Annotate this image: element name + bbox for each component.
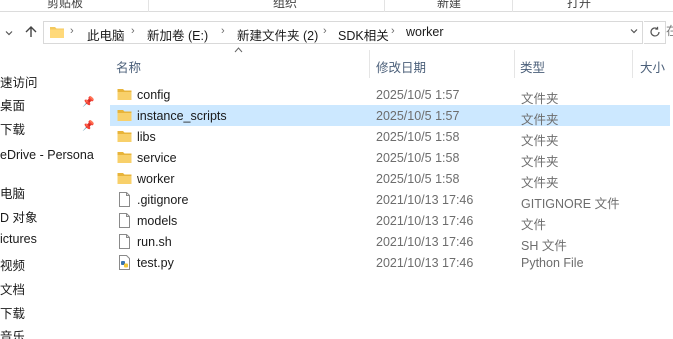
file-row[interactable]: run.sh 2021/10/13 17:46 SH 文件 bbox=[110, 231, 670, 253]
breadcrumb-new-folder[interactable]: 新建文件夹 (2) bbox=[237, 25, 318, 44]
breadcrumb-drive[interactable]: 新加卷 (E:) bbox=[147, 25, 208, 44]
file-icon bbox=[119, 234, 130, 249]
ribbon-divider bbox=[384, 0, 385, 12]
ribbon-divider bbox=[148, 0, 149, 12]
nav-item-desktop[interactable]: 桌面 bbox=[0, 95, 25, 114]
column-header-date[interactable]: 修改日期 bbox=[376, 57, 426, 76]
sort-ascending-icon bbox=[234, 45, 243, 55]
file-icon bbox=[119, 213, 130, 228]
ribbon-divider bbox=[512, 0, 513, 12]
folder-icon bbox=[117, 89, 132, 100]
breadcrumb-sdk[interactable]: SDK相关 bbox=[338, 25, 389, 44]
column-header-name[interactable]: 名称 bbox=[116, 57, 141, 76]
file-name[interactable]: .gitignore bbox=[137, 193, 188, 207]
file-modified-date: 2021/10/13 17:46 bbox=[376, 193, 474, 207]
file-row[interactable]: service 2025/10/5 1:58 文件夹 bbox=[110, 147, 670, 169]
address-history-dropdown[interactable] bbox=[627, 24, 641, 41]
search-box[interactable]: 在 bbox=[666, 22, 673, 39]
file-type: Python File bbox=[521, 256, 584, 270]
python-file-icon bbox=[119, 255, 130, 270]
folder-icon bbox=[117, 173, 132, 184]
column-divider[interactable] bbox=[369, 50, 370, 78]
breadcrumb-separator: › bbox=[70, 25, 74, 37]
recent-locations-button[interactable] bbox=[0, 22, 18, 42]
arrow-up-icon bbox=[25, 26, 37, 37]
file-icon bbox=[119, 192, 130, 207]
nav-item-downloads[interactable]: 下载 bbox=[0, 119, 25, 138]
breadcrumb-separator[interactable]: › bbox=[391, 25, 395, 37]
nav-item-documents[interactable]: 文档 bbox=[0, 279, 25, 298]
file-name[interactable]: service bbox=[137, 151, 177, 165]
file-name[interactable]: worker bbox=[137, 172, 175, 186]
folder-icon bbox=[50, 27, 64, 38]
file-row[interactable]: config 2025/10/5 1:57 文件夹 bbox=[110, 84, 670, 106]
nav-item-videos[interactable]: 视频 bbox=[0, 255, 25, 274]
breadcrumb-worker[interactable]: worker bbox=[406, 25, 444, 39]
file-name[interactable]: libs bbox=[137, 130, 156, 144]
file-modified-date: 2021/10/13 17:46 bbox=[376, 214, 474, 228]
file-modified-date: 2025/10/5 1:58 bbox=[376, 172, 460, 186]
breadcrumb-separator[interactable]: › bbox=[221, 25, 225, 37]
file-row[interactable]: models 2021/10/13 17:46 文件 bbox=[110, 210, 670, 232]
folder-icon bbox=[117, 131, 132, 142]
file-modified-date: 2021/10/13 17:46 bbox=[376, 256, 474, 270]
refresh-button[interactable] bbox=[644, 21, 666, 44]
breadcrumb-this-pc[interactable]: 此电脑 bbox=[87, 25, 125, 44]
nav-item-3d-objects[interactable]: D 对象 bbox=[0, 207, 38, 226]
column-header-type[interactable]: 类型 bbox=[520, 57, 545, 76]
ribbon-group-organize: 组织 bbox=[273, 0, 298, 10]
file-row[interactable]: instance_scripts 2025/10/5 1:57 文件夹 bbox=[110, 105, 670, 127]
file-modified-date: 2025/10/5 1:57 bbox=[376, 88, 460, 102]
ribbon-group-labels: 剪贴板 组织 新建 打开 bbox=[0, 0, 673, 12]
file-modified-date: 2025/10/5 1:58 bbox=[376, 130, 460, 144]
breadcrumb-separator[interactable]: › bbox=[131, 25, 135, 37]
file-modified-date: 2025/10/5 1:57 bbox=[376, 109, 460, 123]
pin-icon: 📌 bbox=[82, 121, 95, 132]
nav-item-music[interactable]: 音乐 bbox=[0, 326, 25, 339]
folder-icon bbox=[117, 110, 132, 121]
address-bar[interactable]: › 此电脑 › 新加卷 (E:) › 新建文件夹 (2) › SDK相关 › w… bbox=[43, 21, 643, 44]
breadcrumb-separator[interactable]: › bbox=[323, 25, 327, 37]
ribbon-group-new: 新建 bbox=[437, 0, 462, 10]
nav-item-downloads-pc[interactable]: 下载 bbox=[0, 303, 25, 322]
column-divider[interactable] bbox=[632, 50, 633, 78]
file-modified-date: 2021/10/13 17:46 bbox=[376, 235, 474, 249]
navigation-pane: 速访问 桌面 📌 下载 📌 eDrive - Persona 电脑 D 对象 i… bbox=[0, 60, 105, 339]
file-name[interactable]: config bbox=[137, 88, 170, 102]
nav-item-quick-access[interactable]: 速访问 bbox=[0, 72, 38, 91]
file-row[interactable]: test.py 2021/10/13 17:46 Python File bbox=[110, 252, 670, 273]
nav-item-this-pc[interactable]: 电脑 bbox=[0, 183, 25, 202]
file-row[interactable]: .gitignore 2021/10/13 17:46 GITIGNORE 文件 bbox=[110, 189, 670, 211]
column-divider[interactable] bbox=[514, 50, 515, 78]
chevron-down-icon bbox=[630, 29, 638, 34]
nav-item-onedrive[interactable]: eDrive - Persona bbox=[0, 148, 94, 162]
refresh-icon bbox=[649, 26, 660, 37]
file-modified-date: 2025/10/5 1:58 bbox=[376, 151, 460, 165]
file-row[interactable]: libs 2025/10/5 1:58 文件夹 bbox=[110, 126, 670, 148]
file-name[interactable]: test.py bbox=[137, 256, 174, 270]
ribbon-group-clipboard: 剪贴板 bbox=[47, 0, 84, 10]
column-header-size[interactable]: 大小 bbox=[640, 57, 665, 76]
folder-icon bbox=[117, 152, 132, 163]
file-name[interactable]: instance_scripts bbox=[137, 109, 227, 123]
nav-item-pictures[interactable]: ictures bbox=[0, 232, 37, 246]
file-name[interactable]: models bbox=[137, 214, 177, 228]
file-name[interactable]: run.sh bbox=[137, 235, 172, 249]
ribbon-group-open: 打开 bbox=[567, 0, 592, 10]
chevron-down-icon bbox=[5, 31, 13, 36]
file-row[interactable]: worker 2025/10/5 1:58 文件夹 bbox=[110, 168, 670, 190]
up-button[interactable] bbox=[22, 22, 40, 42]
pin-icon: 📌 bbox=[82, 97, 95, 108]
